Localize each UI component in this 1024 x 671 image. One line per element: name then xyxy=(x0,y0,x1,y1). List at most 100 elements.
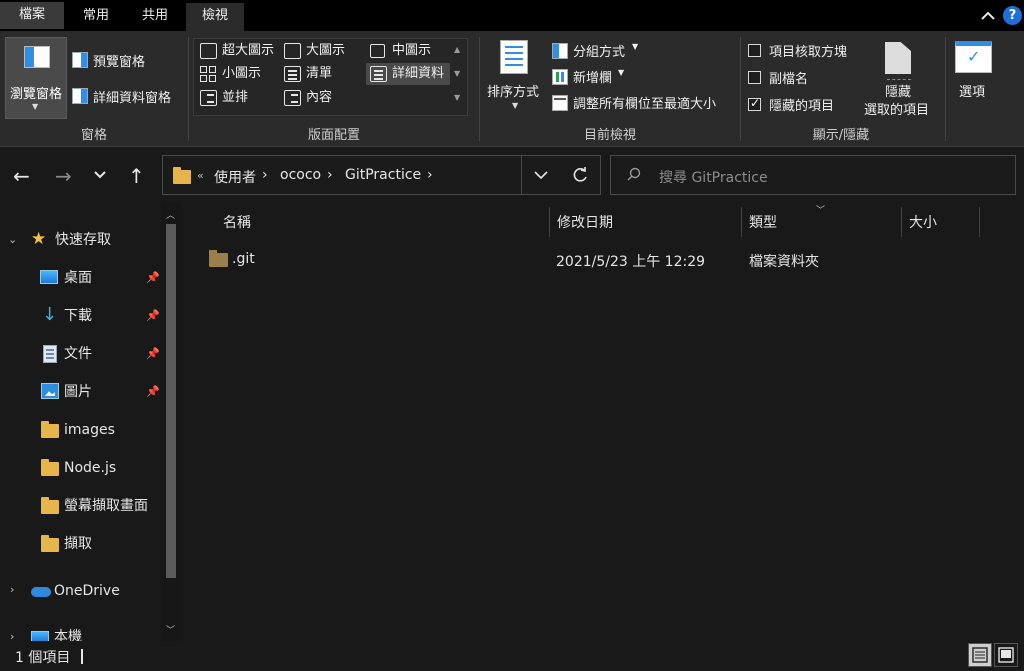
nav-nodejs[interactable]: Node.js xyxy=(64,457,116,479)
nav-pictures[interactable]: 圖片 xyxy=(64,381,92,403)
medium-icons-icon xyxy=(370,44,385,58)
onedrive-expander-icon[interactable]: › xyxy=(10,583,14,596)
sort-by-icon xyxy=(500,40,528,74)
file-extensions-toggle[interactable]: 副檔名 xyxy=(746,68,836,88)
layout-list[interactable]: 清單 xyxy=(280,63,362,85)
hide-selected-icon[interactable] xyxy=(885,42,911,74)
layout-label: 小圖示 xyxy=(222,66,262,81)
column-divider[interactable] xyxy=(979,207,980,237)
search-box[interactable]: 搜尋 GitPractice xyxy=(610,155,1016,195)
ribbon: 瀏覽窗格 ▼ 預覽窗格 詳細資料窗格 窗格 超大圖示 大圖示 中圖示 小圖示 清… xyxy=(0,31,1024,147)
breadcrumb-users[interactable]: 使用者 xyxy=(214,167,256,187)
column-divider[interactable] xyxy=(901,207,902,237)
sort-by-button[interactable]: 排序方式 ▼ xyxy=(484,37,544,119)
nav-downloads[interactable]: 下載 xyxy=(64,305,92,327)
nav-quick-access[interactable]: 快速存取 xyxy=(55,229,111,251)
tab-home[interactable]: 常用 xyxy=(66,3,126,31)
preview-pane-button[interactable]: 預覽窗格 xyxy=(70,49,180,71)
nav-scrollbar[interactable]: ︿ ﹀ xyxy=(161,203,182,641)
column-header-size[interactable]: 大小 xyxy=(909,209,937,237)
nav-images[interactable]: images xyxy=(64,419,115,441)
navigation-pane-icon xyxy=(24,46,50,68)
layout-content[interactable]: 內容 xyxy=(280,87,362,109)
gallery-scroll[interactable]: ▲ ▼ ▼ xyxy=(451,39,467,115)
scrollbar-thumb[interactable] xyxy=(166,224,176,578)
chevron-down-icon: ▼ xyxy=(618,68,625,77)
item-checkboxes-checkbox[interactable] xyxy=(748,44,761,57)
document-icon xyxy=(43,345,57,363)
help-icon[interactable]: ? xyxy=(1003,6,1022,25)
size-all-columns-label: 調整所有欄位至最適大小 xyxy=(573,97,717,112)
column-divider[interactable] xyxy=(741,207,742,237)
layout-large-icons[interactable]: 大圖示 xyxy=(280,40,362,62)
layout-tiles[interactable]: 並排 xyxy=(196,87,280,109)
layout-extra-large-icons[interactable]: 超大圖示 xyxy=(196,40,280,62)
layout-label: 內容 xyxy=(306,90,333,105)
gallery-up-icon[interactable]: ▲ xyxy=(454,45,460,54)
options-icon[interactable] xyxy=(955,41,992,73)
navigation-pane-button[interactable]: 瀏覽窗格 ▼ xyxy=(5,37,67,119)
quick-access-expander-icon[interactable]: ⌄ xyxy=(8,233,17,246)
add-columns-button[interactable]: 新增欄 ▼ xyxy=(550,67,630,87)
address-bar[interactable]: « 使用者 › ococo › GitPractice › xyxy=(162,155,601,195)
group-by-label: 分組方式 xyxy=(573,45,626,60)
back-button[interactable]: ← xyxy=(13,164,30,188)
pin-icon: 📌 xyxy=(146,347,160,360)
size-all-columns-button[interactable]: 調整所有欄位至最適大小 xyxy=(550,93,732,113)
collapse-ribbon-icon[interactable] xyxy=(978,6,998,26)
gallery-more-icon[interactable]: ▼ xyxy=(454,93,460,102)
hide-selected-divider xyxy=(887,79,911,80)
hidden-items-toggle[interactable]: 隱藏的項目 xyxy=(746,95,846,115)
layout-small-icons[interactable]: 小圖示 xyxy=(196,63,280,85)
gallery-down-icon[interactable]: ▼ xyxy=(454,69,460,78)
nav-captures[interactable]: 擷取 xyxy=(64,533,92,555)
large-icons-view-button[interactable] xyxy=(994,643,1018,667)
layout-details[interactable]: 詳細資料 xyxy=(366,63,450,85)
nav-screenshots[interactable]: 螢幕擷取畫面 xyxy=(64,495,148,517)
options-button[interactable]: 選項 xyxy=(959,81,985,100)
address-history-icon[interactable] xyxy=(533,170,549,180)
extra-large-icons-icon xyxy=(200,43,217,59)
tab-share[interactable]: 共用 xyxy=(126,3,184,31)
up-button[interactable]: ↑ xyxy=(128,164,145,188)
tab-view[interactable]: 檢視 xyxy=(186,3,244,31)
scroll-down-icon[interactable]: ﹀ xyxy=(166,623,175,636)
details-view-button[interactable] xyxy=(968,643,992,667)
list-icon xyxy=(284,66,301,82)
star-icon: ★ xyxy=(31,229,47,249)
large-icons-icon xyxy=(284,43,301,59)
forward-button[interactable]: → xyxy=(55,164,72,188)
refresh-icon[interactable] xyxy=(571,166,589,184)
layout-label: 超大圖示 xyxy=(222,43,275,58)
hidden-items-label: 隱藏的項目 xyxy=(769,99,835,114)
tab-file[interactable]: 檔案 xyxy=(0,2,64,29)
chevron-down-icon: ▼ xyxy=(632,42,639,51)
panes-group-label: 窗格 xyxy=(80,128,107,143)
column-header-name[interactable]: 名稱 xyxy=(223,209,251,237)
nav-onedrive[interactable]: OneDrive xyxy=(54,580,120,602)
details-pane-button[interactable]: 詳細資料窗格 xyxy=(70,85,182,107)
group-by-button[interactable]: 分組方式 ▼ xyxy=(550,41,645,61)
column-divider[interactable] xyxy=(549,207,550,237)
hide-selected-button[interactable]: 隱藏 選取的項目 xyxy=(858,81,940,119)
layout-medium-icons[interactable]: 中圖示 xyxy=(366,40,450,62)
breadcrumb-overflow[interactable]: « xyxy=(197,169,204,182)
scroll-up-icon[interactable]: ︿ xyxy=(166,208,175,221)
breadcrumb-ococo[interactable]: ococo xyxy=(280,167,321,183)
search-icon xyxy=(627,167,641,181)
group-by-icon xyxy=(552,43,568,59)
column-header-type[interactable]: 類型 xyxy=(749,209,777,237)
breadcrumb-separator: › xyxy=(327,167,333,183)
breadcrumb-gitpractice[interactable]: GitPractice xyxy=(345,167,421,183)
table-row[interactable]: .git 2021/5/23 上午 12:29 檔案資料夾 xyxy=(197,247,1017,273)
pin-icon: 📌 xyxy=(146,385,160,398)
address-divider xyxy=(521,155,522,195)
nav-documents[interactable]: 文件 xyxy=(64,343,92,365)
column-header-date-modified[interactable]: 修改日期 xyxy=(557,209,613,237)
recent-locations-icon[interactable] xyxy=(93,170,107,180)
nav-desktop[interactable]: 桌面 xyxy=(64,267,92,289)
hidden-items-checkbox[interactable] xyxy=(748,96,761,111)
content-icon xyxy=(284,90,301,106)
file-extensions-checkbox[interactable] xyxy=(748,71,761,84)
item-checkboxes-toggle[interactable]: 項目核取方塊 xyxy=(746,41,866,61)
